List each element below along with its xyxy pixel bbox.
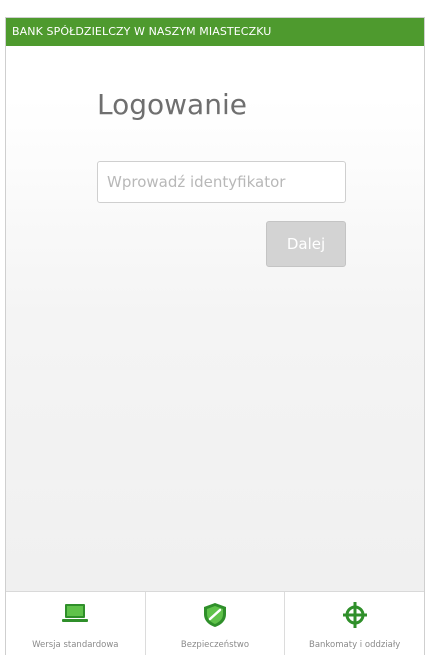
footer-label: Bezpieczeństwo	[180, 640, 250, 650]
footer-label: Bankomaty i oddziały	[309, 640, 401, 650]
bank-header: BANK SPÓŁDZIELCZY W NASZYM MIASTECZKU	[6, 18, 424, 46]
next-button[interactable]: Dalej	[266, 221, 346, 267]
app-frame: BANK SPÓŁDZIELCZY W NASZYM MIASTECZKU Lo…	[5, 17, 425, 655]
page-title: Logowanie	[97, 88, 247, 121]
footer-item-atms-branches[interactable]: Bankomaty i oddziały	[284, 592, 424, 655]
identifier-input[interactable]	[97, 161, 346, 203]
footer-nav: Wersja standardowa Bezpieczeństwo Bankom…	[6, 591, 424, 655]
shield-icon	[204, 603, 226, 627]
footer-item-security[interactable]: Bezpieczeństwo	[144, 592, 285, 655]
laptop-icon	[62, 604, 89, 622]
footer-label: Wersja standardowa	[32, 640, 119, 650]
crosshair-icon	[342, 602, 367, 628]
footer-item-standard-version[interactable]: Wersja standardowa	[6, 592, 145, 655]
bank-name: BANK SPÓŁDZIELCZY W NASZYM MIASTECZKU	[12, 25, 272, 38]
